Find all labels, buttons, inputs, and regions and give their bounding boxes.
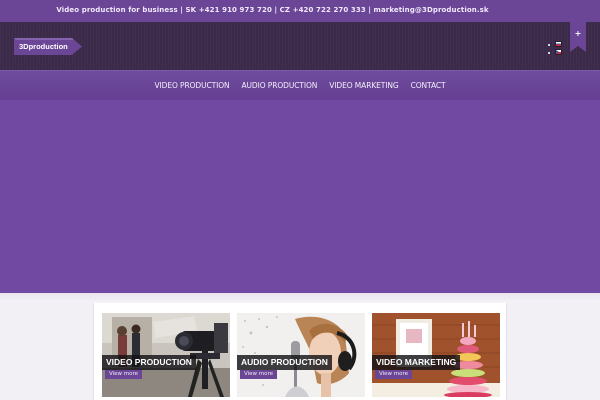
bullet-icon [548,44,550,46]
nav-item-video-marketing[interactable]: VIDEO MARKETING [329,71,398,101]
nav-item-contact[interactable]: CONTACT [411,71,446,101]
service-card-video-production[interactable]: VIDEO PRODUCTION View more [102,313,230,397]
service-card-audio-production[interactable]: AUDIO PRODUCTION View more [237,313,365,397]
language-sk[interactable] [548,41,564,48]
site-header: 3Dproduction [0,22,600,70]
contact-info-text: Video production for business | SK +421 … [56,6,489,14]
services-section: VIDEO PRODUCTION View more AUDIO PRODUCT… [93,303,507,400]
top-info-bar: Video production for business | SK +421 … [0,0,600,22]
language-cz[interactable] [548,49,564,56]
service-card-title: VIDEO MARKETING [372,355,461,370]
logo[interactable]: 3Dproduction [14,38,82,55]
page: Video production for business | SK +421 … [0,0,600,400]
hero-banner [0,100,600,293]
main-nav: VIDEO PRODUCTION AUDIO PRODUCTION VIDEO … [0,70,600,100]
logo-text: 3Dproduction [19,42,68,51]
flag-sk-icon[interactable] [555,41,562,47]
service-card-title: VIDEO PRODUCTION [102,355,196,370]
bullet-icon [548,52,550,54]
nav-item-audio-production[interactable]: AUDIO PRODUCTION [242,71,318,101]
view-more-button[interactable]: View more [375,370,413,379]
service-card-title: AUDIO PRODUCTION [237,355,332,370]
language-switcher [548,41,564,57]
view-more-button[interactable]: View more [240,370,278,379]
flag-cz-icon[interactable] [555,49,562,55]
service-card-video-marketing[interactable]: VIDEO MARKETING View more [372,313,500,397]
plus-icon[interactable]: + [570,22,586,52]
view-more-button[interactable]: View more [105,370,143,379]
ribbon-symbol: + [575,29,582,38]
section-divider [0,293,600,303]
nav-item-video-production[interactable]: VIDEO PRODUCTION [155,71,230,101]
nav-items: VIDEO PRODUCTION AUDIO PRODUCTION VIDEO … [0,71,600,101]
